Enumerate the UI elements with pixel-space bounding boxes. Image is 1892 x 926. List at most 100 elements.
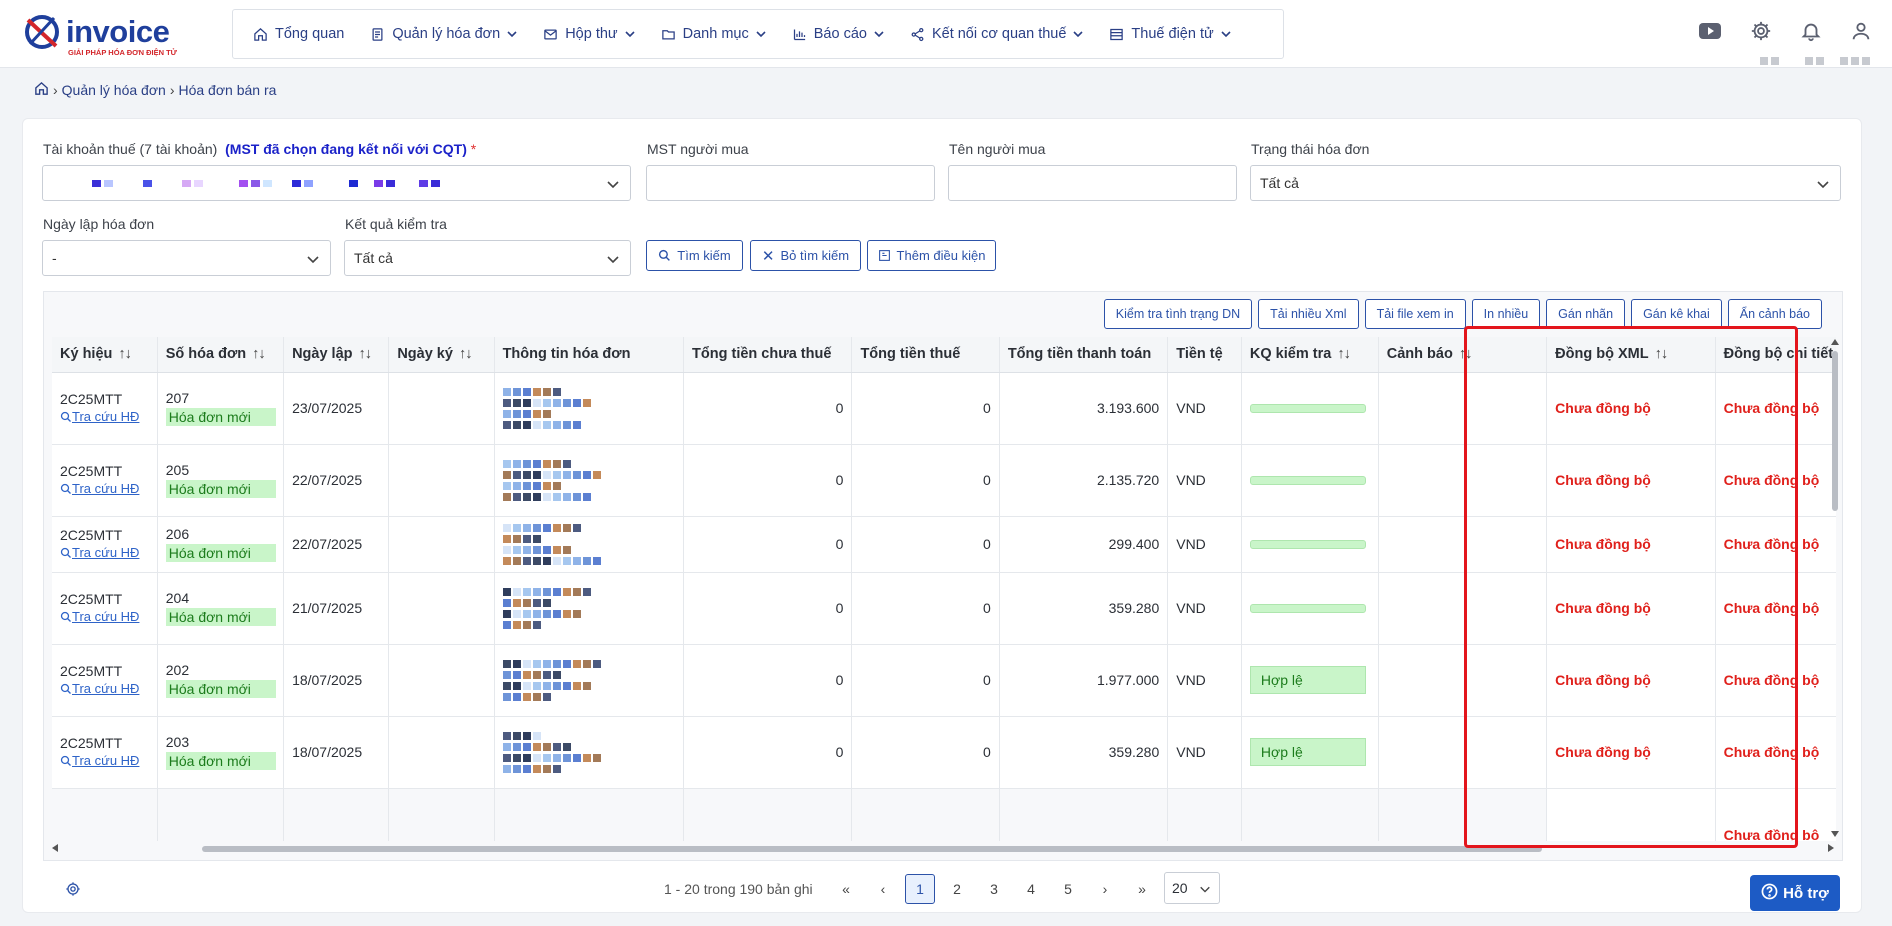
check-result-select[interactable]: Tất cả [344,240,631,276]
cell-invoice-info[interactable] [494,516,685,573]
lookup-invoice-link[interactable]: Tra cứu HĐ [60,480,139,498]
column-header-9[interactable]: KQ kiểm tra ↑↓ [1241,337,1379,373]
lookup-invoice-label: Tra cứu HĐ [72,680,140,696]
cell-invoice-info[interactable] [494,372,685,445]
table-row[interactable]: 2C25MTT Tra cứu HĐ 203 Hóa đơn mới 18/07/202… [52,716,1836,789]
cell-currency: VND [1167,444,1242,517]
lookup-invoice-link[interactable]: Tra cứu HĐ [60,752,139,770]
cell-signed-date [388,644,495,717]
gear-icon[interactable] [1750,20,1772,42]
column-header-2[interactable]: Ngày lập ↑↓ [283,337,390,373]
column-header-1[interactable]: Số hóa đơn ↑↓ [157,337,285,373]
nav-item-4[interactable]: Báo cáo [792,26,884,42]
sort-icon[interactable]: ↑↓ [1655,346,1668,362]
pagination: 1 - 20 trong 190 bản ghi « ‹ 1 2 3 4 5 ›… [23,869,1863,909]
vertical-scroll-thumb[interactable] [1832,351,1838,511]
cell-payment-total: 1.977.000 [999,644,1169,717]
toolbar-button-2[interactable]: Tải file xem in [1364,299,1466,329]
toolbar-button-5[interactable]: Gán kê khai [1631,299,1722,329]
table-row[interactable]: 2C25MTT Tra cứu HĐ 202 Hóa đơn mới 18/07/202… [52,644,1836,717]
first-page-button[interactable]: « [831,874,861,904]
scroll-down-icon[interactable] [1831,831,1839,837]
table-row[interactable]: 2C25MTT Tra cứu HĐ 207 Hóa đơn mới 23/07/202… [52,372,1836,445]
cell-invoice-info[interactable] [494,572,685,645]
add-filter-icon [878,250,890,261]
page-5-button[interactable]: 5 [1053,874,1083,904]
scroll-left-icon[interactable] [52,844,58,852]
table-row[interactable]: Chưa đồng bộ [52,788,1836,841]
toolbar-button-0[interactable]: Kiểm tra tình trạng DN [1103,299,1253,329]
column-header-11[interactable]: Đồng bộ XML ↑↓ [1546,337,1716,373]
horizontal-scroll-thumb[interactable] [202,846,1542,852]
next-page-button[interactable]: › [1090,874,1120,904]
support-button[interactable]: Hỗ trợ [1750,875,1840,911]
cell-invoice-info[interactable] [494,716,685,789]
tax-account-select[interactable] [42,165,631,201]
toolbar-button-6[interactable]: Ẩn cảnh báo [1727,299,1822,329]
nav-item-2[interactable]: Hộp thư [543,26,635,42]
cell-signed-date [388,716,495,789]
lookup-invoice-link[interactable]: Tra cứu HĐ [60,680,139,698]
last-page-button[interactable]: » [1127,874,1157,904]
cell-xml-sync: Chưa đồng bộ [1546,516,1716,573]
toolbar-button-4[interactable]: Gán nhãn [1546,299,1626,329]
cell-currency: VND [1167,572,1242,645]
add-condition-button[interactable]: Thêm điều kiện [867,240,996,271]
page-size-select[interactable]: 20 [1164,872,1220,904]
cell-check-result [1241,444,1379,517]
table-row[interactable]: 2C25MTT Tra cứu HĐ 205 Hóa đơn mới 22/07/202… [52,444,1836,517]
page-1-button[interactable]: 1 [905,874,935,904]
sort-icon[interactable]: ↑↓ [1337,346,1350,362]
table-settings-icon[interactable] [65,881,81,900]
page-2-button[interactable]: 2 [942,874,972,904]
toolbar-button-1[interactable]: Tải nhiều Xml [1258,299,1359,329]
nav-item-0[interactable]: Tổng quan [253,26,344,42]
chevron-down-icon [607,181,619,189]
scroll-right-icon[interactable] [1828,844,1834,852]
nav-item-3[interactable]: Danh mục [661,26,766,42]
page-3-button[interactable]: 3 [979,874,1009,904]
table-header-row: Ký hiệu ↑↓ Số hóa đơn ↑↓ Ngày lập ↑↓ Ngày ký ↑↓… [52,337,1836,373]
column-header-label: Ngày ký [397,346,453,363]
invoice-info-redacted [502,387,675,429]
sort-icon[interactable]: ↑↓ [359,346,372,362]
column-header-0[interactable]: Ký hiệu ↑↓ [52,337,158,373]
lookup-invoice-link[interactable]: Tra cứu HĐ [60,408,139,426]
bell-icon[interactable] [1800,20,1822,42]
tax-account-label: Tài khoản thuế (7 tài khoản) (MST đã chọ… [43,141,477,157]
cell-invoice-info[interactable] [494,644,685,717]
sort-icon[interactable]: ↑↓ [459,346,472,362]
table-row[interactable]: 2C25MTT Tra cứu HĐ 206 Hóa đơn mới 22/07/202… [52,516,1836,573]
vertical-scrollbar[interactable] [1828,337,1842,841]
sort-icon[interactable]: ↑↓ [118,346,131,362]
page-4-button[interactable]: 4 [1016,874,1046,904]
app-logo[interactable]: invoice GIẢI PHÁP HÓA ĐƠN ĐIỆN TỬ [22,12,182,57]
buyer-name-input[interactable] [948,165,1237,201]
home-icon[interactable] [34,81,49,99]
column-header-3[interactable]: Ngày ký ↑↓ [388,337,495,373]
nav-item-1[interactable]: Quản lý hóa đơn [370,26,517,42]
horizontal-scrollbar[interactable] [52,841,1836,855]
sort-icon[interactable]: ↑↓ [1459,346,1472,362]
user-icon[interactable] [1850,20,1872,42]
lookup-invoice-link[interactable]: Tra cứu HĐ [60,608,139,626]
nav-item-5[interactable]: Kết nối cơ quan thuế [910,26,1083,42]
search-button[interactable]: Tìm kiếm [646,240,743,271]
prev-page-button[interactable]: ‹ [868,874,898,904]
cell-invoice-info[interactable] [494,444,685,517]
nav-item-6[interactable]: Thuế điện tử [1109,26,1231,42]
clear-search-button[interactable]: ✕ Bỏ tìm kiếm [750,240,861,271]
scroll-up-icon[interactable] [1831,339,1839,345]
invoice-table-viewport[interactable]: Ký hiệu ↑↓ Số hóa đơn ↑↓ Ngày lập ↑↓ Ngày ký ↑↓… [52,337,1836,841]
column-header-10[interactable]: Cảnh báo ↑↓ [1378,337,1548,373]
breadcrumb-invoice-management[interactable]: Quản lý hóa đơn [62,82,166,98]
column-header-12[interactable]: Đồng bộ chi tiết↑↓ [1715,337,1836,373]
buyer-tax-code-input[interactable] [646,165,935,201]
invoice-status-select[interactable]: Tất cả [1250,165,1841,201]
toolbar-button-3[interactable]: In nhiều [1471,299,1541,329]
lookup-invoice-link[interactable]: Tra cứu HĐ [60,544,139,562]
youtube-icon[interactable] [1698,22,1722,40]
sort-icon[interactable]: ↑↓ [252,346,265,362]
invoice-date-select[interactable]: - [42,240,331,276]
table-row[interactable]: 2C25MTT Tra cứu HĐ 204 Hóa đơn mới 21/07/202… [52,572,1836,645]
